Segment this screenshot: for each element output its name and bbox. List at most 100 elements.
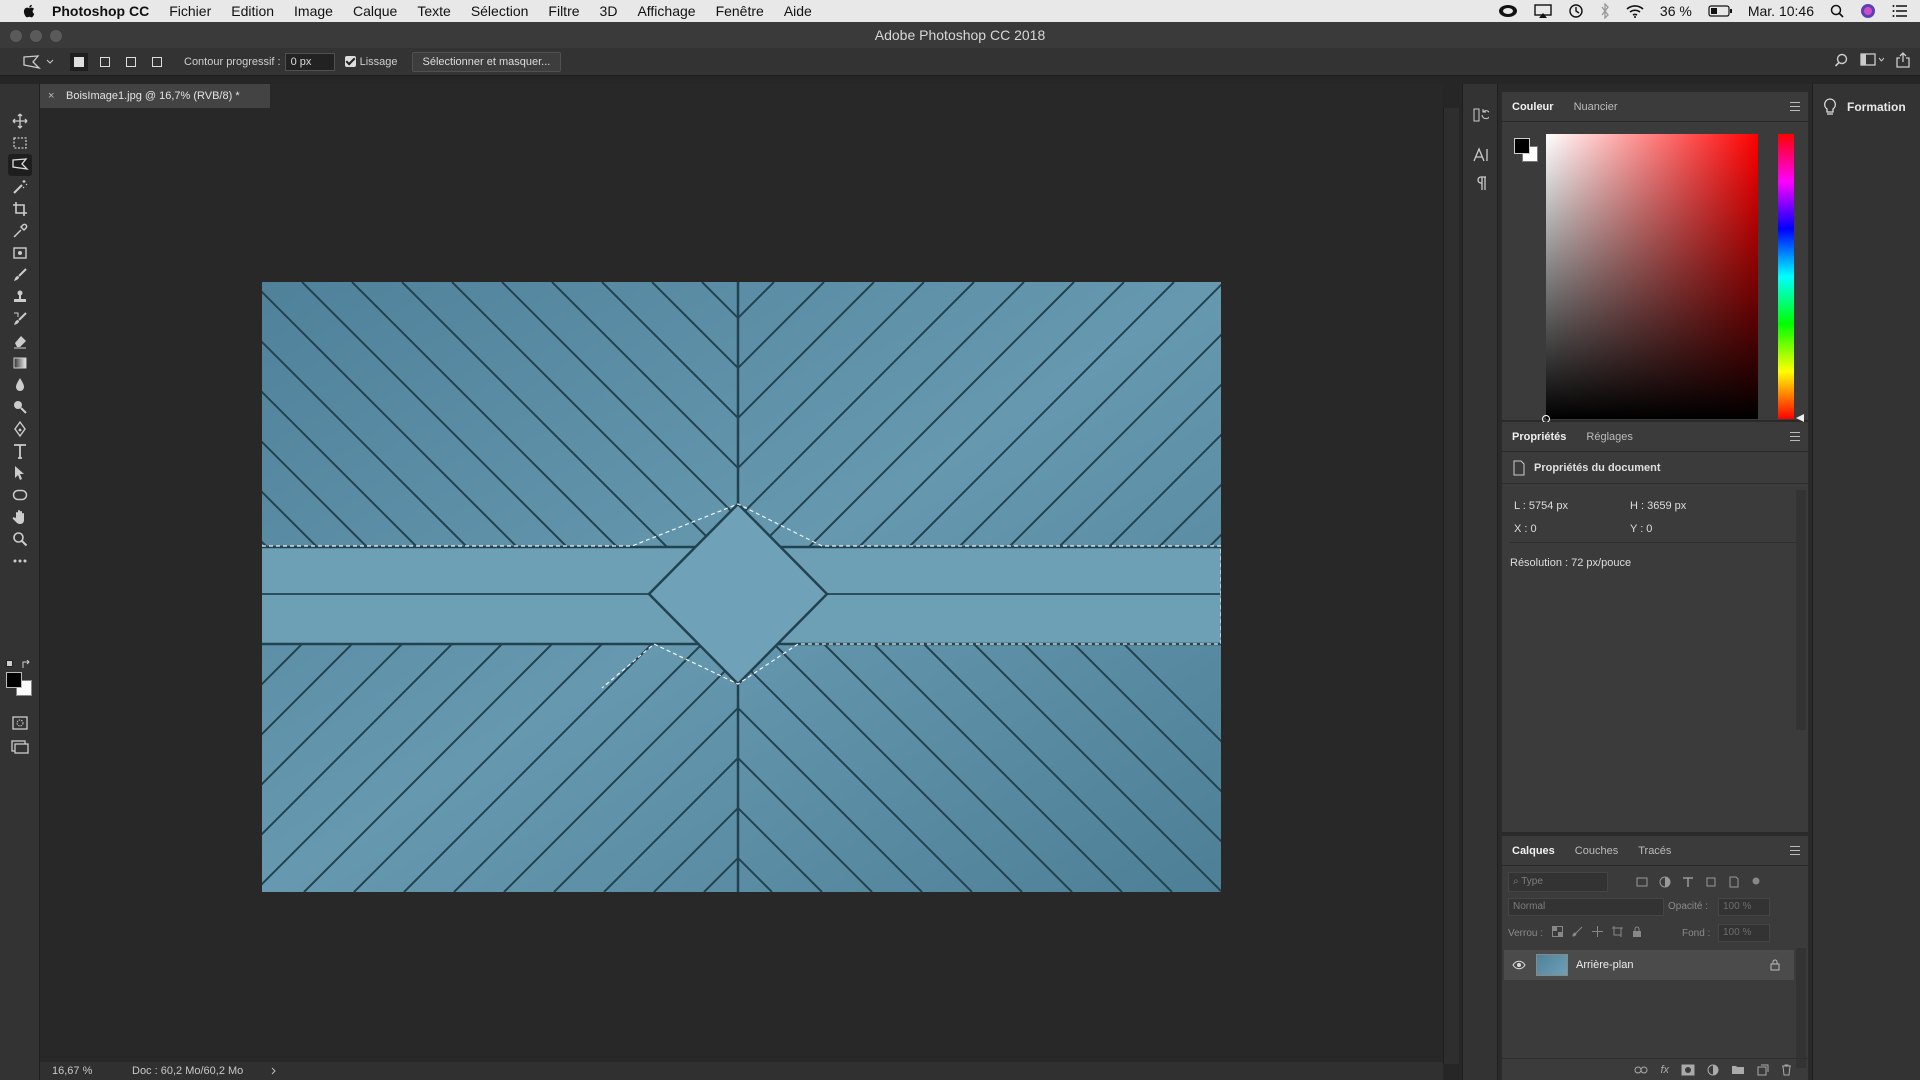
doc-height[interactable]: H : 3659 px [1630,500,1686,512]
clock[interactable]: Mar. 10:46 [1748,3,1814,19]
tool-dodge[interactable] [8,396,32,418]
doc-y[interactable]: Y : 0 [1630,523,1652,535]
menu-selection[interactable]: Sélection [471,3,529,19]
tool-move[interactable] [8,110,32,132]
document-tab[interactable]: × BoisImage1.jpg @ 16,7% (RVB/8) * [40,84,270,108]
menu-aide[interactable]: Aide [784,3,812,19]
wifi-icon[interactable] [1626,4,1644,18]
intersect-selection-button[interactable] [148,53,166,71]
layers-scrollbar[interactable] [1796,948,1806,1068]
tool-eyedropper[interactable] [8,220,32,242]
add-to-selection-button[interactable] [96,53,114,71]
menu-affichage[interactable]: Affichage [637,3,695,19]
new-layer-icon[interactable] [1757,1064,1769,1076]
search-icon[interactable] [1834,53,1848,67]
lock-transparency-icon[interactable] [1552,926,1563,937]
type-filter-icon[interactable] [1682,876,1694,888]
tab-calques[interactable]: Calques [1502,836,1565,866]
siri-icon[interactable] [1860,3,1876,19]
doc-width[interactable]: L : 5754 px [1514,500,1568,512]
tool-magic-wand[interactable] [8,176,32,198]
bluetooth-icon[interactable] [1600,3,1610,19]
layer-row[interactable]: Arrière-plan [1504,950,1794,980]
foreground-swatch[interactable] [1514,138,1530,154]
tool-eraser[interactable] [8,330,32,352]
filter-toggle-icon[interactable] [1751,876,1761,886]
panel-menu-icon[interactable] [1790,102,1800,111]
quick-mask-button[interactable] [8,712,32,734]
tool-clone-stamp[interactable] [8,286,32,308]
add-mask-icon[interactable] [1681,1064,1695,1076]
hue-slider[interactable] [1778,134,1794,419]
new-group-icon[interactable] [1731,1064,1745,1075]
visibility-eye-icon[interactable] [1512,960,1526,970]
tool-rect-marquee[interactable] [8,132,32,154]
layer-style-icon[interactable]: fx [1660,1064,1669,1076]
swap-colors-icon[interactable] [22,660,31,669]
character-panel-button[interactable] [1472,146,1490,164]
tab-couches[interactable]: Couches [1565,836,1628,866]
subtract-from-selection-button[interactable] [122,53,140,71]
tool-pen[interactable] [8,418,32,440]
tool-ellipse[interactable] [8,484,32,506]
doc-x[interactable]: X : 0 [1514,523,1537,535]
menu-3d[interactable]: 3D [600,3,618,19]
panel-menu-icon[interactable] [1790,846,1800,855]
opacity-input[interactable]: 100 % [1718,898,1770,916]
layer-lock-icon[interactable] [1770,959,1780,971]
shape-filter-icon[interactable] [1705,876,1717,888]
tool-zoom[interactable] [8,528,32,550]
properties-scrollbar[interactable] [1796,490,1806,730]
pixel-filter-icon[interactable] [1636,876,1648,888]
layer-name[interactable]: Arrière-plan [1576,959,1633,971]
panel-menu-icon[interactable] [1790,432,1800,441]
lock-artboard-icon[interactable] [1612,926,1623,937]
chevron-right-icon[interactable] [271,1067,277,1075]
layer-filter-select[interactable]: ⌕ Type [1508,872,1608,892]
feather-input[interactable]: 0 px [284,52,335,71]
smart-object-filter-icon[interactable] [1728,876,1740,888]
default-colors-icon[interactable] [6,660,13,667]
lock-all-icon[interactable] [1632,926,1642,937]
paragraph-panel-button[interactable] [1472,174,1490,192]
zoom-window-button[interactable] [50,30,62,42]
menu-image[interactable]: Image [294,3,333,19]
tool-polygonal-lasso[interactable] [8,154,32,176]
menu-texte[interactable]: Texte [417,3,450,19]
close-tab-icon[interactable]: × [48,84,54,108]
menu-app-name[interactable]: Photoshop CC [52,3,149,19]
tab-reglages[interactable]: Réglages [1576,422,1642,452]
menu-edition[interactable]: Edition [231,3,274,19]
screen-mode-button[interactable] [8,736,32,758]
trash-icon[interactable] [1781,1064,1792,1076]
tool-gradient[interactable] [8,352,32,374]
hue-slider-handle[interactable] [1796,414,1804,422]
select-and-mask-button[interactable]: Sélectionner et masquer... [411,51,562,72]
fill-input[interactable]: 100 % [1718,924,1770,942]
tool-patch[interactable] [8,242,32,264]
tab-nuancier[interactable]: Nuancier [1564,92,1628,122]
apple-icon[interactable] [20,4,38,18]
tab-couleur[interactable]: Couleur [1502,92,1564,122]
adjustment-filter-icon[interactable] [1659,876,1671,888]
minimize-window-button[interactable] [30,30,42,42]
tab-proprietes[interactable]: Propriétés [1502,422,1576,452]
menu-fichier[interactable]: Fichier [169,3,211,19]
lock-pixels-icon[interactable] [1572,926,1583,937]
antialias-checkbox[interactable]: Lissage [344,56,398,68]
spotlight-search-icon[interactable] [1830,4,1844,18]
tool-history-brush[interactable] [8,308,32,330]
tool-preset-picker[interactable] [22,54,54,70]
airplay-icon[interactable] [1534,4,1552,18]
tool-more[interactable] [8,550,32,572]
time-machine-icon[interactable] [1568,3,1584,19]
tool-crop[interactable] [8,198,32,220]
link-layers-icon[interactable] [1634,1066,1648,1074]
new-selection-button[interactable] [70,52,88,71]
tool-path-selection[interactable] [8,462,32,484]
close-window-button[interactable] [10,30,22,42]
workspace-icon[interactable] [1860,53,1884,67]
vertical-scrollbar[interactable] [1443,108,1459,1064]
document-image[interactable] [262,282,1221,892]
tab-traces[interactable]: Tracés [1628,836,1681,866]
